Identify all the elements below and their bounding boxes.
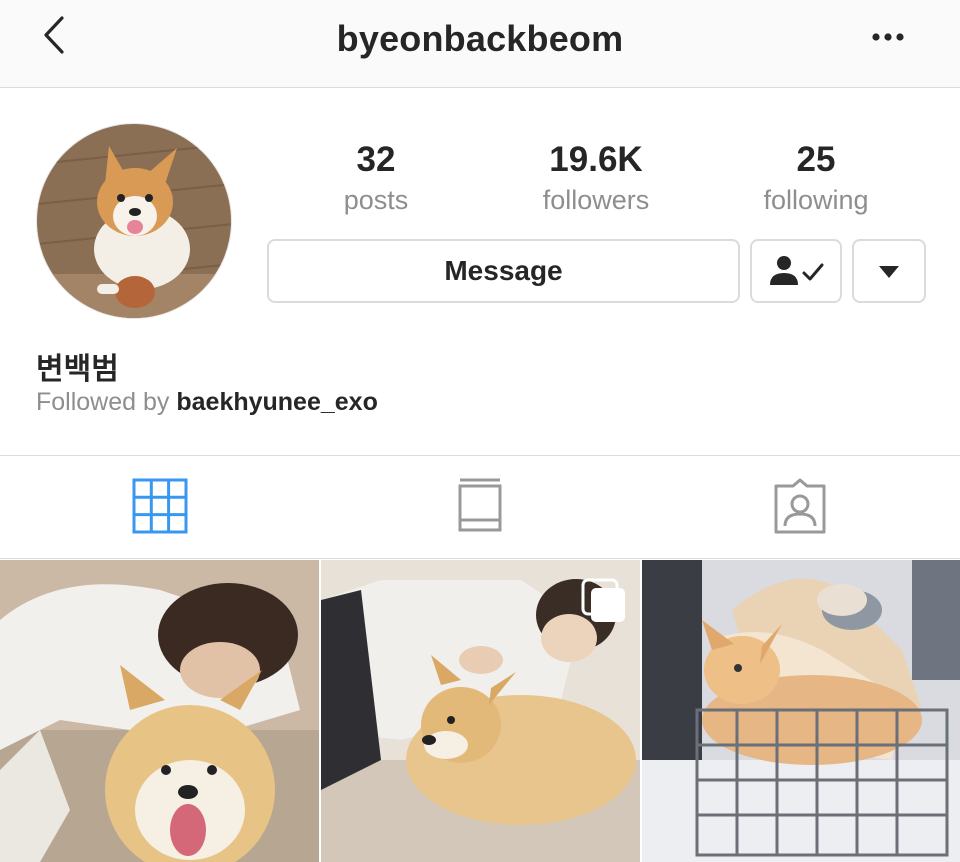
followed-by-text: Followed by baekhyunee_exo: [36, 388, 378, 417]
post-image-corgi-plush-cart: [642, 560, 960, 862]
message-button[interactable]: Message: [267, 239, 740, 303]
followers-label: followers: [542, 185, 650, 215]
posts-label: posts: [343, 185, 409, 215]
stat-following[interactable]: 25 following: [726, 140, 906, 218]
followed-by-prefix: Followed by: [36, 388, 170, 416]
stat-followers[interactable]: 19.6K followers: [506, 140, 686, 218]
followers-count: 19.6K: [549, 140, 643, 179]
post-thumbnail[interactable]: [321, 560, 640, 862]
post-thumbnail[interactable]: [642, 560, 960, 862]
tab-tagged[interactable]: [770, 476, 830, 536]
posts-count: 32: [356, 140, 396, 179]
followed-by-user-link[interactable]: baekhyunee_exo: [176, 388, 378, 416]
following-label: following: [763, 185, 869, 215]
profile-username-title: byeonbackbeom: [336, 18, 624, 59]
grid-icon: [132, 478, 188, 534]
following-button[interactable]: [750, 239, 842, 303]
top-nav-bar: byeonbackbeom: [0, 0, 960, 88]
avatar-corgi: [37, 124, 231, 318]
caret-down-icon: [879, 266, 899, 278]
post-image-man-lying-with-corgi: [321, 560, 640, 862]
profile-full-name: 변백범: [36, 352, 119, 387]
tab-grid[interactable]: [130, 476, 190, 536]
person-check-icon: [770, 256, 824, 285]
stat-posts[interactable]: 32 posts: [286, 140, 466, 218]
profile-tabs: [0, 455, 960, 559]
following-count: 25: [796, 140, 836, 179]
tagged-icon: [774, 478, 826, 534]
post-thumbnail[interactable]: [0, 560, 319, 862]
profile-avatar[interactable]: [36, 123, 232, 319]
more-horizontal-icon: [872, 33, 904, 41]
feed-icon: [458, 478, 502, 532]
tab-feed[interactable]: [450, 476, 510, 536]
suggested-dropdown-button[interactable]: [852, 239, 926, 303]
more-options-button[interactable]: [870, 22, 910, 52]
post-image-man-kissing-corgi: [0, 560, 319, 862]
